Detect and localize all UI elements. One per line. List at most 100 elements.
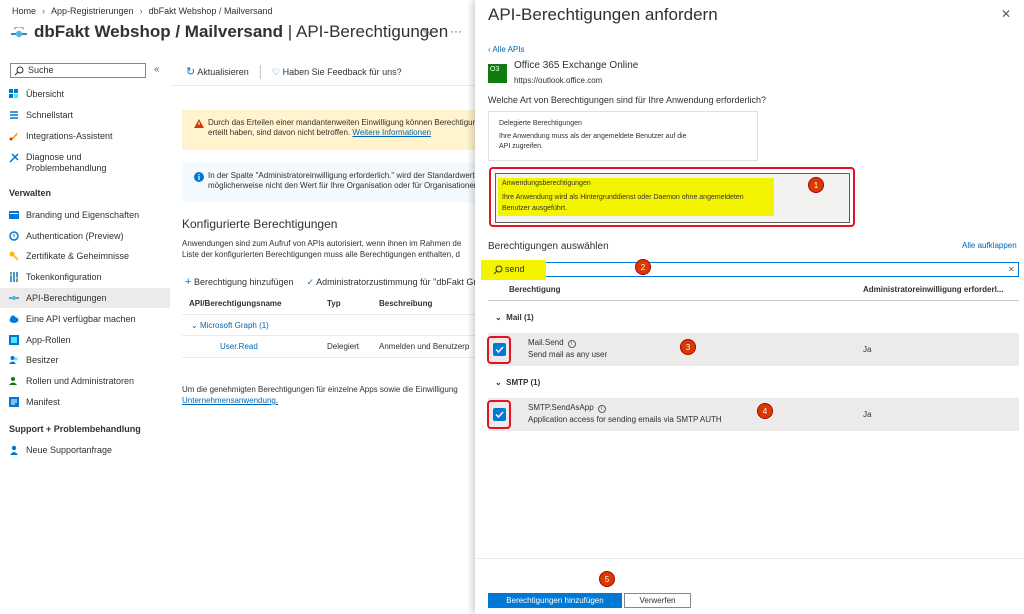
- quickstart-icon: [10, 111, 18, 119]
- breadcrumb-app[interactable]: dbFakt Webshop / Mailversand: [149, 6, 273, 16]
- sidebar-item-quickstart[interactable]: Schnellstart: [0, 105, 170, 125]
- column-header-admin-consent[interactable]: Administratoreinwilligung erforderl...: [863, 285, 1003, 294]
- permission-row-smtp-sendasapp[interactable]: SMTP.SendAsApp i Application access for s…: [488, 398, 1019, 431]
- toolbar-divider: [260, 65, 261, 79]
- configured-permissions-heading: Konfigurierte Berechtigungen: [182, 217, 338, 231]
- sidebar-item-token-config[interactable]: Tokenkonfiguration: [0, 267, 170, 287]
- add-permission-button[interactable]: + Berechtigung hinzufügen: [185, 276, 294, 288]
- permission-user-read-link[interactable]: User.Read: [220, 342, 258, 351]
- annotation-marker-4: 4: [757, 403, 773, 419]
- table-row-divider: [182, 357, 475, 358]
- annotation-marker-3: 3: [680, 339, 696, 355]
- select-permissions-label: Berechtigungen auswählen: [488, 241, 609, 252]
- all-apis-link[interactable]: ‹ Alle APIs: [488, 45, 524, 54]
- configured-permissions-description: Anwendungen sind zum Aufruf von APIs aut…: [182, 239, 462, 259]
- more-info-link[interactable]: Weitere Informationen: [352, 128, 431, 137]
- chevron-down-icon: ⌄: [495, 378, 502, 387]
- api-url: https://outlook.office.com: [514, 76, 603, 85]
- owners-icon: [9, 356, 18, 364]
- chevron-down-icon: ⌄: [495, 313, 502, 322]
- column-header-permission[interactable]: Berechtigung: [509, 285, 561, 294]
- header-divider: [488, 300, 1019, 301]
- annotation-marker-5: 5: [599, 571, 615, 587]
- sidebar-item-manifest[interactable]: Manifest: [0, 392, 170, 412]
- search-icon: [493, 265, 503, 275]
- refresh-icon: ↻: [186, 66, 196, 78]
- permission-type: Delegiert: [327, 342, 360, 351]
- column-header-api-name[interactable]: API/Berechtigungsname: [189, 299, 281, 308]
- info-icon[interactable]: i: [567, 340, 576, 348]
- column-header-type[interactable]: Typ: [327, 299, 341, 308]
- clear-search-icon[interactable]: ✕: [1008, 263, 1015, 276]
- smtp-sendasapp-name: SMTP.SendAsApp: [528, 403, 594, 412]
- smtp-sendasapp-description: Application access for sending emails vi…: [528, 415, 722, 424]
- blade-title: API-Berechtigungen anfordern: [488, 5, 718, 24]
- enterprise-app-footnote: Um die genehmigten Berechtigungen für ei…: [182, 385, 458, 406]
- pin-icon[interactable]: ✎: [422, 26, 431, 39]
- group-mail[interactable]: ⌄ Mail (1): [495, 313, 534, 322]
- smtp-sendasapp-admin-consent: Ja: [863, 410, 872, 419]
- breadcrumb-app-registrations[interactable]: App-Registrierungen: [51, 6, 134, 16]
- annotation-marker-2: 2: [635, 259, 651, 275]
- app-roles-icon: [9, 335, 19, 345]
- page-title: dbFakt Webshop / Mailversand | API-Berec…: [34, 22, 449, 41]
- sidebar-item-certificates[interactable]: Zertifikate & Geheimnisse: [0, 246, 170, 266]
- table-row-divider: [182, 335, 475, 336]
- column-header-description[interactable]: Beschreibung: [379, 299, 432, 308]
- manifest-icon: [9, 397, 19, 407]
- permission-description: Anmelden und Benutzerp: [379, 342, 470, 351]
- sidebar-item-authentication[interactable]: Authentication (Preview): [0, 226, 170, 246]
- group-microsoft-graph[interactable]: ⌄ Microsoft Graph (1): [191, 321, 269, 330]
- close-icon[interactable]: ✕: [1001, 7, 1011, 21]
- feedback-button[interactable]: ♡ Haben Sie Feedback für uns?: [272, 66, 402, 78]
- sidebar-item-integration-assistant[interactable]: Integrations-Assistent: [0, 126, 170, 146]
- mail-send-admin-consent: Ja: [863, 345, 872, 354]
- footer-divider: [475, 558, 1024, 559]
- support-icon: [10, 445, 18, 455]
- wrench-icon: [9, 153, 19, 163]
- refresh-button[interactable]: ↻ Aktualisieren: [186, 66, 249, 78]
- api-permissions-icon: [9, 296, 19, 300]
- request-api-permissions-blade: API-Berechtigungen anfordern ✕ ‹ Alle AP…: [475, 0, 1024, 614]
- sidebar-item-api-permissions[interactable]: API-Berechtigungen: [0, 288, 170, 308]
- enterprise-app-link[interactable]: Unternehmensanwendung.: [182, 395, 458, 406]
- more-icon[interactable]: ···: [450, 24, 462, 38]
- key-icon: [9, 251, 19, 261]
- consent-warning-banner: Durch das Erteilen einer mandantenweiten…: [182, 110, 475, 150]
- group-smtp[interactable]: ⌄ SMTP (1): [495, 378, 540, 387]
- checkmark-icon: ✓: [306, 277, 315, 287]
- search-icon: [14, 66, 24, 76]
- feedback-icon: ♡: [272, 67, 281, 77]
- breadcrumb-home[interactable]: Home: [12, 6, 36, 16]
- expand-all-link[interactable]: Alle aufklappen: [962, 241, 1017, 250]
- application-permissions-card[interactable]: Anwendungsberechtigungen Ihre Anwendung …: [495, 173, 850, 223]
- permission-row-mail-send[interactable]: Mail.Send i Send mail as any user Ja: [488, 333, 1019, 366]
- sidebar-item-diagnose[interactable]: Diagnose und Problembehandlung: [0, 150, 170, 178]
- sidebar-search-input[interactable]: Suche: [10, 63, 146, 78]
- permissions-command-bar: + Berechtigung hinzufügen ✓ Administrato…: [185, 276, 475, 288]
- app-registration-icon: [11, 27, 27, 38]
- info-icon[interactable]: i: [597, 405, 606, 413]
- sidebar-item-roles-admins[interactable]: Rollen und Administratoren: [0, 371, 170, 391]
- collapse-sidebar-icon[interactable]: «: [154, 64, 160, 75]
- sidebar-item-app-roles[interactable]: App-Rollen: [0, 330, 170, 350]
- sidebar-item-overview[interactable]: Übersicht: [0, 84, 170, 104]
- api-name: Office 365 Exchange Online: [514, 60, 639, 71]
- breadcrumb: Home › App-Registrierungen › dbFakt Webshop …: [12, 6, 272, 16]
- rocket-icon: [9, 132, 18, 141]
- permission-search-input[interactable]: send ✕: [481, 260, 1019, 280]
- sidebar-item-expose-api[interactable]: Eine API verfügbar machen: [0, 309, 170, 329]
- sidebar-item-owners[interactable]: Besitzer: [0, 350, 170, 370]
- token-icon: [10, 272, 18, 282]
- grant-admin-consent-button[interactable]: ✓ Administratorzustimmung für "dbFakt Gr: [307, 277, 475, 287]
- sidebar-section-support: Support + Problembehandlung: [9, 424, 141, 434]
- toolbar-divider-line: [170, 85, 475, 86]
- discard-button[interactable]: Verwerfen: [624, 593, 691, 608]
- plus-icon: +: [185, 276, 192, 288]
- page-header: dbFakt Webshop / Mailversand | API-Berec…: [10, 22, 475, 46]
- sidebar-item-branding[interactable]: Branding und Eigenschaften: [0, 205, 170, 225]
- office365-icon: O3: [488, 64, 507, 83]
- delegated-permissions-card[interactable]: Delegierte Berechtigungen Ihre Anwendung…: [488, 111, 758, 161]
- sidebar-item-new-support-request[interactable]: Neue Supportanfrage: [0, 440, 170, 460]
- add-permissions-button[interactable]: Berechtigungen hinzufügen: [488, 593, 622, 608]
